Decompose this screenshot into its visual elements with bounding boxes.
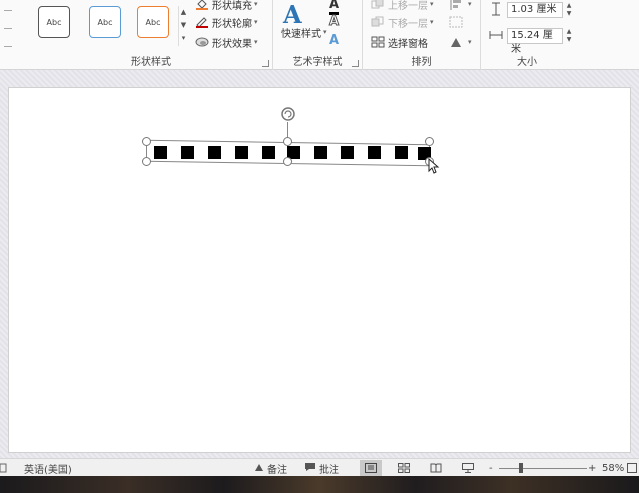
wordart-styles-group: A 快速样式 ▾ A A A 艺术字样式 xyxy=(273,0,363,70)
shape-outline-button[interactable]: 形状轮廓 ▾ xyxy=(195,14,258,30)
chevron-down-icon: ▾ xyxy=(254,38,258,46)
notes-icon xyxy=(254,462,264,475)
shape-height-input[interactable]: 1.03 厘米 xyxy=(507,2,563,18)
normal-view-icon xyxy=(365,463,377,473)
shape-effects-icon xyxy=(195,36,209,48)
gallery-down-icon[interactable]: ▼ xyxy=(179,19,188,32)
width-spinner[interactable]: ▲ ▼ xyxy=(565,28,573,44)
fit-slide-icon[interactable] xyxy=(627,461,637,475)
chevron-down-icon: ▾ xyxy=(254,0,258,8)
dialog-launcher-icon[interactable] xyxy=(352,60,359,67)
text-outline-icon[interactable]: A xyxy=(328,14,339,30)
shape-width-input[interactable]: 15.24 厘米 xyxy=(507,28,563,55)
bring-forward-icon xyxy=(371,0,385,10)
dialog-launcher-icon[interactable] xyxy=(262,60,269,67)
resize-handle-bottom-middle[interactable] xyxy=(283,157,292,166)
dash-segment xyxy=(314,146,327,159)
height-spinner[interactable]: ▲ ▼ xyxy=(565,2,573,18)
shape-style-swatch-1[interactable]: Abc xyxy=(38,6,70,38)
slide-sorter-view-button[interactable] xyxy=(393,460,415,476)
shape-style-swatch-2[interactable]: Abc xyxy=(89,6,121,38)
text-fill-icon[interactable]: A xyxy=(329,0,340,15)
selected-dashed-line-shape[interactable] xyxy=(142,107,440,174)
arrange-group-label: 排列 xyxy=(411,57,432,68)
rotate-icon xyxy=(449,36,463,48)
size-group: 1.03 厘米 ▲ ▼ 15.24 厘米 ▲ ▼ 大小 xyxy=(481,0,573,70)
spellcheck-icon[interactable] xyxy=(0,461,8,475)
gallery-up-icon[interactable]: ▲ xyxy=(179,6,188,19)
size-group-label: 大小 xyxy=(517,57,537,68)
ribbon: Abc Abc Abc ▲ ▼ ▾ 形状填充 ▾ 形状轮廓 ▾ 形状效果 ▾ 形… xyxy=(0,0,639,70)
comments-button[interactable]: 批注 xyxy=(304,461,339,476)
desktop-background-strip xyxy=(0,476,639,493)
resize-handle-top-left[interactable] xyxy=(142,137,151,146)
dash-segment xyxy=(395,146,408,159)
group-objects-button[interactable] xyxy=(449,14,466,30)
gallery-more-icon[interactable]: ▾ xyxy=(179,32,188,45)
shape-height-icon xyxy=(489,2,503,19)
slide-workspace xyxy=(0,70,639,458)
dash-segment xyxy=(341,146,354,159)
wordart-group-label: 艺术字样式 xyxy=(292,57,343,68)
shape-width-icon xyxy=(489,28,503,45)
dash-segment xyxy=(262,146,275,159)
language-indicator[interactable]: 英语(美国) xyxy=(24,461,72,476)
dash-segment xyxy=(181,146,194,159)
resize-handle-top-right[interactable] xyxy=(425,137,434,146)
dash-segment xyxy=(154,146,167,159)
slideshow-view-button[interactable] xyxy=(457,460,479,476)
pen-outline-icon xyxy=(195,16,209,28)
slideshow-icon xyxy=(462,463,474,473)
paint-bucket-icon xyxy=(195,0,209,10)
normal-view-button[interactable] xyxy=(360,460,382,476)
resize-handle-bottom-left[interactable] xyxy=(142,157,151,166)
gallery-scroll[interactable]: ▲ ▼ ▾ xyxy=(178,6,188,46)
zoom-level[interactable]: 58% xyxy=(602,461,624,475)
shape-styles-group-label: 形状样式 xyxy=(131,57,171,68)
reading-view-icon xyxy=(430,463,442,473)
shape-styles-group: Abc Abc Abc ▲ ▼ ▾ 形状填充 ▾ 形状轮廓 ▾ 形状效果 ▾ 形… xyxy=(30,0,273,70)
shape-effects-button[interactable]: 形状效果 ▾ xyxy=(195,34,258,50)
slide-canvas[interactable] xyxy=(8,87,631,453)
resize-handle-top-middle[interactable] xyxy=(283,137,292,146)
dash-segment xyxy=(235,146,248,159)
quick-styles-button[interactable]: 快速样式 ▾ xyxy=(281,24,327,40)
shape-fill-button[interactable]: 形状填充 ▾ xyxy=(195,0,258,12)
selection-pane-button[interactable]: 选择窗格 xyxy=(371,34,428,50)
zoom-out-button[interactable]: - xyxy=(489,461,493,475)
dash-segment xyxy=(208,146,221,159)
status-bar: 英语(美国) 备注 批注 - + 58% xyxy=(0,458,639,476)
shape-style-gallery: Abc Abc Abc ▲ ▼ ▾ xyxy=(36,4,186,46)
notes-button[interactable]: 备注 xyxy=(254,461,287,476)
align-icon xyxy=(449,0,463,10)
bring-forward-button[interactable]: 上移一层 ▾ xyxy=(371,0,434,12)
selection-pane-icon xyxy=(371,36,385,48)
rotate-button[interactable]: ▾ xyxy=(449,34,472,50)
chevron-down-icon: ▾ xyxy=(323,28,327,36)
chevron-down-icon: ▾ xyxy=(254,18,258,26)
rotate-handle-icon[interactable] xyxy=(280,106,296,122)
slide-sorter-icon xyxy=(398,463,410,473)
group-objects-icon xyxy=(449,16,463,28)
text-effects-icon[interactable]: A xyxy=(329,33,339,48)
ribbon-left-edge xyxy=(0,0,30,70)
comment-icon xyxy=(304,462,316,475)
dash-segment xyxy=(368,146,381,159)
zoom-slider-thumb[interactable] xyxy=(519,463,523,473)
send-backward-icon xyxy=(371,16,385,28)
zoom-in-button[interactable]: + xyxy=(588,461,596,475)
send-backward-button[interactable]: 下移一层 ▾ xyxy=(371,14,434,30)
align-button[interactable]: ▾ xyxy=(449,0,472,12)
mouse-pointer-icon xyxy=(428,158,440,174)
shape-style-swatch-3[interactable]: Abc xyxy=(137,6,169,38)
arrange-group: 上移一层 ▾ 下移一层 ▾ 选择窗格 ▾ ▾ 排列 xyxy=(363,0,481,70)
reading-view-button[interactable] xyxy=(425,460,447,476)
zoom-slider-track[interactable] xyxy=(499,468,587,469)
